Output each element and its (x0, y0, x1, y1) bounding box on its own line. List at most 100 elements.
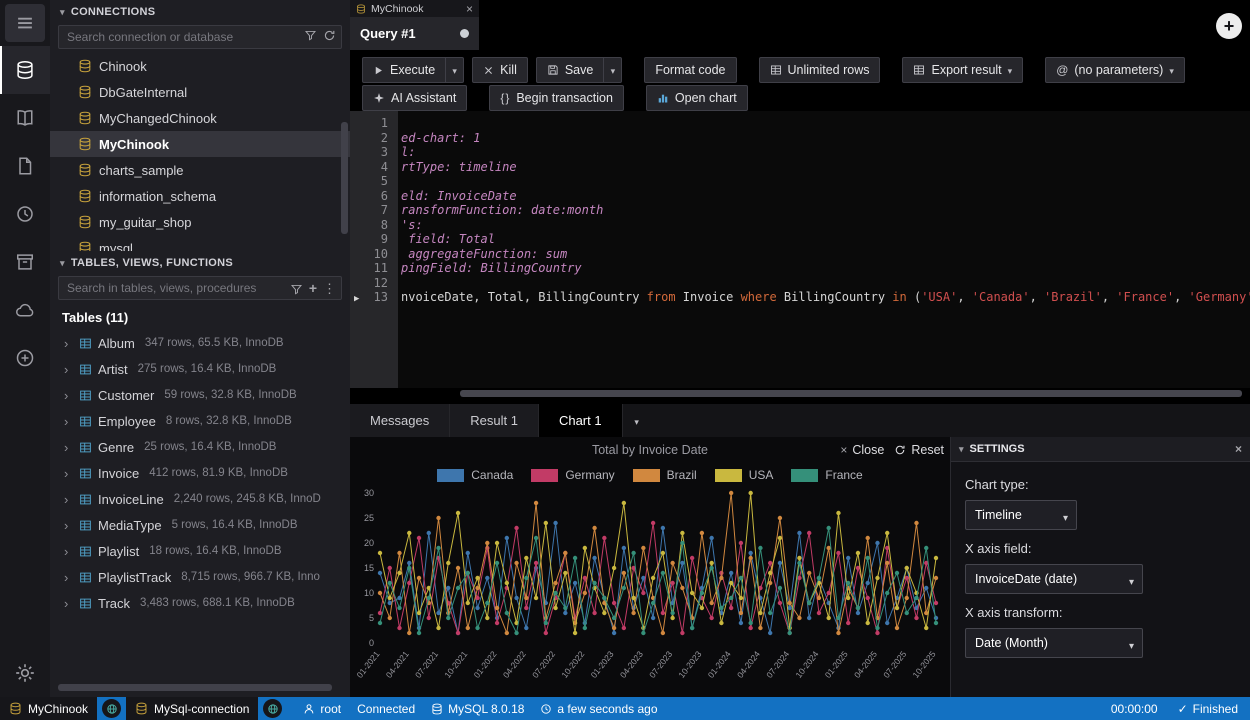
activity-menu-icon[interactable] (0, 0, 50, 46)
result-tab-messages[interactable]: Messages (350, 404, 450, 437)
close-icon[interactable] (1235, 442, 1242, 456)
x-axis-transform-select[interactable]: Date (Month) (965, 628, 1143, 658)
format-code-button[interactable]: Format code (644, 57, 736, 83)
statusbar-database-chip[interactable]: MyChinook (0, 697, 97, 720)
globe-badge-icon[interactable] (102, 699, 121, 718)
table-item[interactable]: ›InvoiceLine2,240 rows, 245.8 KB, InnoD (50, 486, 350, 512)
tab-group-header[interactable]: MyChinook (350, 0, 479, 17)
new-tab-button[interactable]: + (1216, 13, 1242, 39)
connection-item[interactable]: charts_sample (50, 157, 350, 183)
export-result-button[interactable]: Export result (902, 57, 1023, 83)
activity-gear-icon[interactable] (0, 649, 50, 697)
refresh-icon[interactable] (323, 29, 336, 42)
tab-query-1[interactable]: Query #1 (350, 17, 479, 50)
editor-hscrollbar[interactable] (460, 390, 1242, 397)
table-item[interactable]: ›Invoice412 rows, 81.9 KB, InnoDB (50, 460, 350, 486)
table-item[interactable]: ›PlaylistTrack8,715 rows, 966.7 KB, Inno (50, 564, 350, 590)
add-icon[interactable] (309, 280, 317, 298)
sql-editor[interactable]: 12345678910111213 ed-chart: 1l:rtType: t… (350, 111, 1250, 388)
svg-text:04-2022: 04-2022 (501, 649, 528, 680)
activity-archive-icon[interactable] (0, 238, 50, 286)
svg-text:01-2021: 01-2021 (354, 649, 381, 680)
connection-item[interactable]: DbGateInternal (50, 79, 350, 105)
svg-text:04-2025: 04-2025 (852, 649, 879, 680)
tables-section-header[interactable]: TABLES, VIEWS, FUNCTIONS (50, 251, 350, 275)
connection-item[interactable]: MyChangedChinook (50, 105, 350, 131)
svg-text:01-2024: 01-2024 (706, 649, 733, 680)
filter-icon[interactable] (304, 29, 317, 42)
unlimited-rows-button[interactable]: Unlimited rows (759, 57, 881, 83)
connection-item[interactable]: information_schema (50, 183, 350, 209)
table-item[interactable]: ›MediaType5 rows, 16.4 KB, InnoDB (50, 512, 350, 538)
table-item[interactable]: ›Employee8 rows, 32.8 KB, InnoDB (50, 408, 350, 434)
execute-button[interactable]: Execute (362, 57, 446, 83)
globe-badge-icon[interactable] (263, 699, 282, 718)
svg-text:01-2025: 01-2025 (823, 649, 850, 680)
svg-text:07-2023: 07-2023 (647, 649, 674, 680)
table-item[interactable]: ›Track3,483 rows, 688.1 KB, InnoDB (50, 590, 350, 616)
table-item[interactable]: ›Genre25 rows, 16.4 KB, InnoDB (50, 434, 350, 460)
filter-icon[interactable] (290, 283, 303, 296)
execute-dropdown[interactable] (446, 57, 464, 83)
connections-section-header[interactable]: CONNECTIONS (50, 0, 350, 24)
x-axis-transform-label: X axis transform: (965, 605, 1236, 620)
open-chart-button[interactable]: Open chart (646, 85, 748, 111)
activity-history-icon[interactable] (0, 190, 50, 238)
kill-button[interactable]: Kill (472, 57, 528, 83)
connection-item[interactable]: mysql (50, 235, 350, 251)
connection-item[interactable]: my_guitar_shop (50, 209, 350, 235)
tables-group-label[interactable]: Tables (11) (50, 304, 350, 330)
kebab-menu-icon[interactable] (323, 280, 336, 298)
statusbar-item: a few seconds ago (540, 702, 657, 716)
toolbar-row-2: AI Assistant Begin transaction Open char… (350, 85, 1250, 111)
table-item[interactable]: ›Playlist18 rows, 16.4 KB, InnoDB (50, 538, 350, 564)
connection-item[interactable]: Chinook (50, 53, 350, 79)
activity-plus-icon[interactable] (0, 334, 50, 382)
connection-search-input[interactable] (58, 25, 342, 49)
statusbar-database-chip[interactable]: MySql-connection (126, 697, 258, 720)
table-item[interactable]: ›Album347 rows, 65.5 KB, InnoDB (50, 330, 350, 356)
svg-text:10-2023: 10-2023 (676, 649, 703, 680)
settings-body: Chart type:TimelineX axis field:InvoiceD… (951, 462, 1250, 662)
connections-scrollbar[interactable] (341, 122, 348, 234)
parameters-button[interactable]: (no parameters) (1045, 57, 1185, 83)
chart-panel: Total by Invoice Date Close Reset Canada… (350, 437, 950, 697)
table-item[interactable]: ›Customer59 rows, 32.8 KB, InnoDB (50, 382, 350, 408)
begin-transaction-button[interactable]: Begin transaction (489, 85, 624, 111)
table-item[interactable]: ›Artist275 rows, 16.4 KB, InnoDB (50, 356, 350, 382)
result-tab-dropdown[interactable] (623, 404, 651, 437)
chart-reset-button[interactable]: Reset (894, 443, 944, 457)
result-tab-bar: MessagesResult 1Chart 1 (350, 404, 1250, 437)
statusbar-item: Connected (357, 702, 415, 716)
connections-list: ChinookDbGateInternalMyChangedChinookMyC… (50, 53, 350, 251)
sidebar-hscrollbar[interactable] (58, 684, 332, 691)
save-button[interactable]: Save (536, 57, 605, 83)
ai-assistant-button[interactable]: AI Assistant (362, 85, 467, 111)
status-left: MyChinook MySql-connection (0, 697, 287, 720)
svg-text:10-2022: 10-2022 (559, 649, 586, 680)
chevron-down-icon (959, 443, 964, 455)
check-icon (1178, 702, 1188, 716)
toolbar-row-1: Execute Kill Save Format code Unlimi (350, 57, 1250, 83)
chart-close-button[interactable]: Close (840, 443, 884, 457)
save-icon (547, 64, 559, 76)
svg-text:04-2024: 04-2024 (735, 649, 762, 680)
svg-text:20: 20 (364, 538, 374, 548)
connection-item[interactable]: MyChinook (50, 131, 350, 157)
activity-database-icon[interactable] (0, 46, 50, 94)
chart-type-select[interactable]: Timeline (965, 500, 1077, 530)
chevron-down-icon (452, 63, 457, 77)
settings-header[interactable]: SETTINGS (951, 437, 1250, 462)
rows-icon (770, 64, 782, 76)
close-icon[interactable] (466, 2, 473, 16)
activity-book-icon[interactable] (0, 94, 50, 142)
editor-gutter: 12345678910111213 (350, 111, 398, 388)
activity-file-icon[interactable] (0, 142, 50, 190)
result-tab-result-1[interactable]: Result 1 (450, 404, 539, 437)
result-tab-chart-1[interactable]: Chart 1 (539, 404, 623, 437)
app-window: CONNECTIONS ChinookDbGateInternalMyChang… (0, 0, 1250, 720)
x-axis-field-select[interactable]: InvoiceDate (date) (965, 564, 1143, 594)
save-dropdown[interactable] (604, 57, 622, 83)
svg-text:30: 30 (364, 488, 374, 498)
activity-cloud-icon[interactable] (0, 286, 50, 334)
